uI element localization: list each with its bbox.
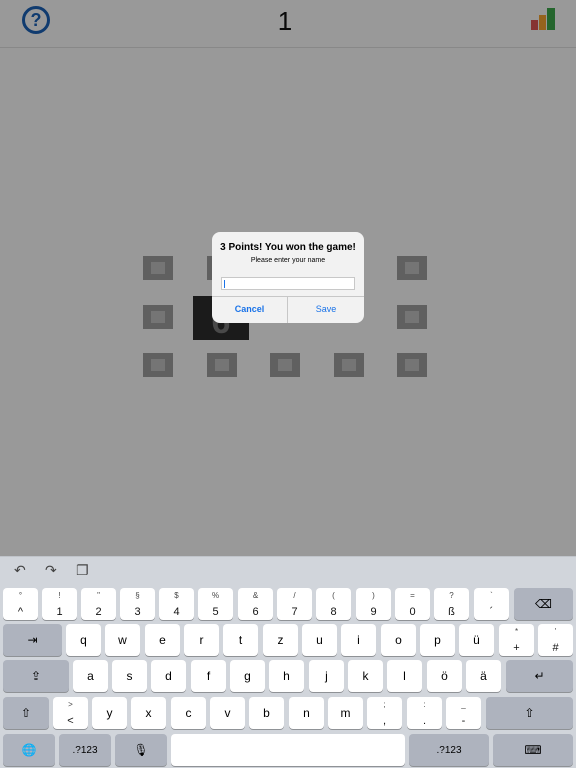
key-3[interactable]: § 3 [120, 588, 155, 620]
return-key[interactable]: ↵ [506, 660, 573, 692]
backspace-key[interactable]: ⌫ [514, 588, 573, 620]
numbers-key-left[interactable]: .?123 [59, 734, 111, 766]
backspace-icon: ⌫ [535, 597, 552, 611]
key-7[interactable]: /7 [277, 588, 312, 620]
key-k[interactable]: k [348, 660, 383, 692]
key-eszett[interactable]: ? ß [434, 588, 469, 620]
key-accent[interactable]: ` ´ [474, 588, 509, 620]
key-plus[interactable]: * + [499, 624, 534, 656]
key-6[interactable]: & 6 [238, 588, 273, 620]
save-button[interactable]: Save [288, 296, 364, 323]
numbers-key-right[interactable]: .?123 [409, 734, 489, 766]
key-m[interactable]: m [328, 697, 363, 729]
tab-key[interactable]: ⇥ [3, 624, 62, 656]
key-c[interactable]: c [171, 697, 206, 729]
key-e[interactable]: e [145, 624, 180, 656]
key-5[interactable]: % 5 [198, 588, 233, 620]
key-o[interactable]: o [381, 624, 416, 656]
text-caret [224, 280, 225, 288]
key-a[interactable]: a [73, 660, 108, 692]
key-x[interactable]: x [131, 697, 166, 729]
key-y[interactable]: y [92, 697, 127, 729]
hide-keyboard-key[interactable]: ⌨ [493, 734, 573, 766]
key-angle[interactable]: > < [53, 697, 88, 729]
key-i[interactable]: i [341, 624, 376, 656]
key-colon[interactable]: :. [407, 697, 442, 729]
key-u-umlaut[interactable]: ü [459, 624, 494, 656]
space-bar[interactable] [171, 734, 405, 766]
dialog-message: Please enter your name [250, 257, 326, 264]
undo-icon[interactable]: ↶ [14, 562, 26, 579]
keyboard-hide-icon: ⌨ [524, 743, 542, 757]
key-n[interactable]: n [289, 697, 324, 729]
key-r[interactable]: r [184, 624, 219, 656]
shift-icon: ⇧ [20, 706, 32, 720]
globe-icon: 🌐 [21, 743, 37, 757]
key-p[interactable]: p [420, 624, 455, 656]
key-9[interactable]: ) 9 [356, 588, 391, 620]
key-q[interactable]: q [66, 624, 101, 656]
key-semicolon[interactable]: ;, [367, 697, 402, 729]
paste-icon[interactable]: ❐ [76, 562, 89, 579]
key-2[interactable]: " 2 [81, 588, 116, 620]
shift-icon: ⇧ [524, 706, 535, 720]
key-f[interactable]: f [191, 660, 226, 692]
key-v[interactable]: v [210, 697, 245, 729]
key-b[interactable]: b [249, 697, 284, 729]
key-o-umlaut[interactable]: ö [427, 660, 462, 692]
caps-lock-key[interactable]: ⇪ [3, 660, 69, 692]
tab-icon: ⇥ [27, 633, 38, 647]
key-t[interactable]: t [223, 624, 258, 656]
globe-key[interactable]: 🌐 [3, 734, 55, 766]
key-4[interactable]: $4 [159, 588, 194, 620]
cancel-button[interactable]: Cancel [212, 296, 287, 323]
key-caret[interactable]: ° ^ [3, 588, 38, 620]
caps-lock-icon: ⇪ [30, 669, 42, 683]
key-underscore[interactable]: _ - [446, 697, 481, 729]
app-screen: ? 1 6 3 Points! You won the game! Please… [0, 0, 576, 556]
dialog-title: 3 Points! You won the game! [220, 242, 356, 253]
key-s[interactable]: s [112, 660, 147, 692]
key-g[interactable]: g [230, 660, 265, 692]
shift-left-key[interactable]: ⇧ [3, 697, 49, 729]
key-a-umlaut[interactable]: ä [466, 660, 501, 692]
key-u[interactable]: u [302, 624, 337, 656]
shift-right-key[interactable]: ⇧ [486, 697, 573, 729]
keyboard-toolbar: ↶ ↷ ❐ [0, 557, 576, 585]
redo-icon[interactable]: ↷ [45, 562, 57, 579]
key-w[interactable]: w [105, 624, 140, 656]
key-8[interactable]: (8 [316, 588, 351, 620]
name-input[interactable] [221, 277, 355, 290]
key-hash[interactable]: ' # [538, 624, 573, 656]
microphone-icon: 🎙 [133, 743, 149, 757]
dictation-key[interactable]: 🎙 [115, 734, 167, 766]
key-z[interactable]: z [263, 624, 298, 656]
return-icon: ↵ [534, 669, 545, 683]
key-0[interactable]: = 0 [395, 588, 430, 620]
on-screen-keyboard: ↶ ↷ ❐ ° ^ ! 1 " 2 § 3 $4 % 5 & 6 /7 (8 ) 9 = 0 ?… [0, 556, 576, 768]
key-j[interactable]: j [309, 660, 344, 692]
key-h[interactable]: h [269, 660, 304, 692]
key-l[interactable]: l [387, 660, 422, 692]
key-d[interactable]: d [151, 660, 186, 692]
key-1[interactable]: ! 1 [42, 588, 77, 620]
